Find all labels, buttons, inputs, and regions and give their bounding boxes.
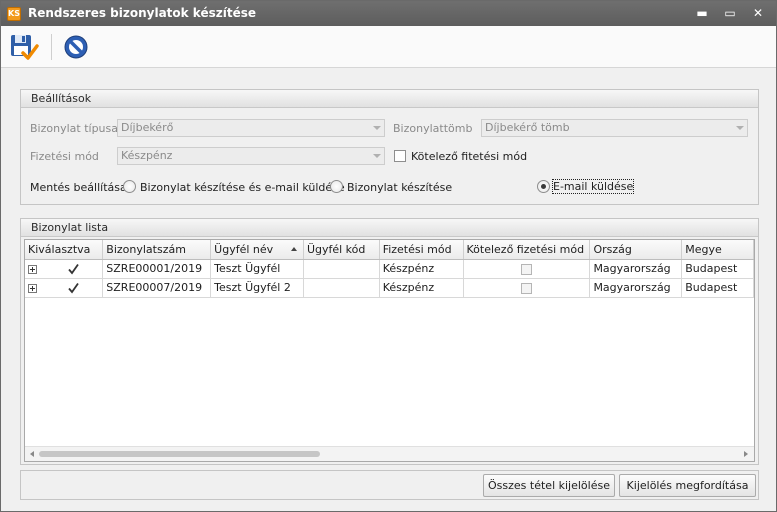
settings-header: Beállítások [21, 90, 758, 108]
mandatory-payment-checkbox[interactable] [394, 150, 406, 162]
doc-type-value: Díjbekérő [121, 121, 174, 134]
column-header-county[interactable]: Megye [681, 240, 754, 260]
chevron-down-icon [736, 126, 744, 130]
footer-bar: Összes tétel kijelölése Kijelölés megfor… [20, 470, 759, 500]
column-header-mandatory[interactable]: Kötelező fizetési mód [463, 240, 591, 260]
sort-ascending-icon [290, 247, 297, 251]
column-header-client-name[interactable]: Ügyfél név [210, 240, 304, 260]
radio-create-and-email[interactable] [123, 180, 136, 193]
expand-icon[interactable] [28, 283, 37, 293]
row-select-cell[interactable] [25, 259, 104, 279]
radio-create-only[interactable] [330, 180, 343, 193]
window: KS Rendszeres bizonylatok készítése ▬ ▭ … [0, 0, 777, 512]
table-row[interactable]: SZRE00001/2019 Teszt Ügyfél Készpénz Mag… [25, 259, 754, 279]
scroll-left-icon[interactable] [30, 451, 34, 457]
doc-type-label: Bizonylat típusa [30, 122, 118, 135]
column-header-number[interactable]: Bizonylatszám [102, 240, 212, 260]
title-bar[interactable]: KS Rendszeres bizonylatok készítése ▬ ▭ … [1, 1, 776, 26]
cell-client-code [303, 259, 380, 279]
app-icon: KS [7, 7, 21, 21]
mandatory-checkbox[interactable] [520, 263, 532, 275]
cell-client-name: Teszt Ügyfél 2 [210, 278, 304, 298]
doc-block-select[interactable]: Díjbekérő tömb [481, 119, 748, 137]
column-header-country[interactable]: Ország [589, 240, 683, 260]
cell-payment: Készpénz [379, 278, 464, 298]
mandatory-payment-label: Kötelező fitetési mód [411, 150, 528, 163]
cell-country: Magyarország [589, 259, 683, 279]
payment-value: Készpénz [121, 149, 173, 162]
minimize-button[interactable]: ▬ [693, 5, 711, 21]
close-button[interactable]: ✕ [749, 5, 767, 21]
chevron-down-icon [373, 126, 381, 130]
expand-icon[interactable] [28, 264, 37, 274]
cell-county: Budapest [681, 278, 754, 298]
cell-mandatory [463, 278, 591, 298]
doc-block-value: Díjbekérő tömb [485, 121, 570, 134]
document-table: Kiválasztva Bizonylatszám Ügyfél név Ügy… [25, 240, 754, 298]
toolbar [1, 26, 776, 68]
column-header-selected[interactable]: Kiválasztva [25, 240, 104, 260]
maximize-button[interactable]: ▭ [721, 5, 739, 21]
doc-block-label: Bizonylattömb [393, 122, 473, 135]
list-header: Bizonylat lista [21, 219, 758, 237]
row-select-cell[interactable] [25, 278, 104, 298]
doc-type-select[interactable]: Díjbekérő [117, 119, 385, 137]
cell-number: SZRE00001/2019 [102, 259, 212, 279]
invert-selection-button[interactable]: Kijelölés megfordítása [619, 474, 756, 497]
scrollbar-thumb[interactable] [39, 451, 320, 457]
radio-create-and-email-label: Bizonylat készítése és e-mail küldése [140, 181, 345, 194]
cell-payment: Készpénz [379, 259, 464, 279]
row-selected-checkbox[interactable] [67, 263, 79, 275]
select-all-button[interactable]: Összes tétel kijelölése [483, 474, 615, 497]
document-grid[interactable]: Kiválasztva Bizonylatszám Ügyfél név Ügy… [24, 239, 755, 462]
checkmark-icon [67, 263, 79, 275]
save-setting-label: Mentés beállítása [30, 181, 127, 194]
chevron-down-icon [373, 154, 381, 158]
column-header-client-code[interactable]: Ügyfél kód [303, 240, 380, 260]
mandatory-checkbox[interactable] [520, 282, 532, 294]
scroll-right-icon[interactable] [744, 451, 748, 457]
save-button[interactable] [9, 32, 39, 62]
radio-create-only-label: Bizonylat készítése [347, 181, 453, 194]
checkmark-icon [67, 282, 79, 294]
payment-label: Fizetési mód [30, 150, 99, 163]
column-header-client-name-label: Ügyfél név [214, 242, 274, 256]
cancel-icon [64, 35, 88, 59]
horizontal-scrollbar[interactable] [25, 446, 754, 461]
cell-county: Budapest [681, 259, 754, 279]
cancel-button[interactable] [61, 32, 91, 62]
radio-email-only[interactable] [537, 180, 550, 193]
settings-group: Beállítások Bizonylat típusa Díjbekérő B… [20, 89, 759, 205]
cell-client-name: Teszt Ügyfél [210, 259, 304, 279]
column-header-payment[interactable]: Fizetési mód [379, 240, 464, 260]
list-group: Bizonylat lista Kiválasztva Bizonylatszá… [20, 218, 759, 465]
save-check-icon [11, 35, 39, 60]
row-selected-checkbox[interactable] [67, 282, 79, 294]
cell-mandatory [463, 259, 591, 279]
window-title: Rendszeres bizonylatok készítése [28, 6, 256, 20]
cell-client-code [303, 278, 380, 298]
table-row[interactable]: SZRE00007/2019 Teszt Ügyfél 2 Készpénz M… [25, 278, 754, 298]
payment-select[interactable]: Készpénz [117, 147, 385, 165]
toolbar-separator [51, 34, 52, 60]
radio-email-only-label: E-mail küldése [551, 179, 635, 194]
cell-country: Magyarország [589, 278, 683, 298]
cell-number: SZRE00007/2019 [102, 278, 212, 298]
